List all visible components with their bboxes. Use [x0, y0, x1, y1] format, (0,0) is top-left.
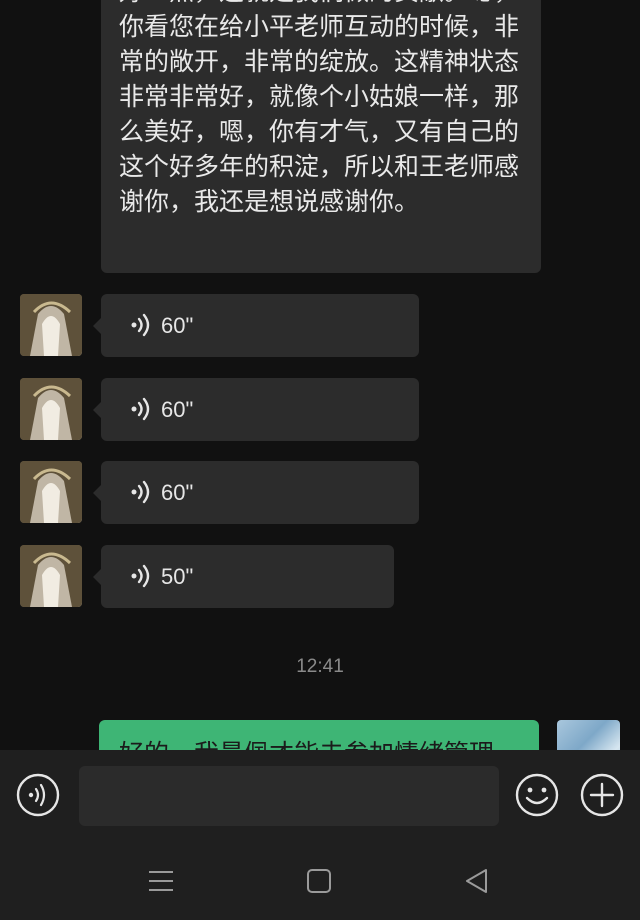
message-input[interactable] — [79, 766, 499, 826]
voice-wave-icon — [131, 564, 150, 588]
voice-message[interactable]: 60" — [93, 378, 419, 441]
voice-message[interactable]: 50" — [93, 545, 394, 608]
voice-wave-icon — [131, 480, 150, 504]
voice-duration: 60" — [161, 313, 194, 338]
outgoing-text-bubble[interactable]: 好的，我最佩才能去参加情绪管理 — [99, 720, 539, 750]
input-bar — [0, 750, 640, 842]
incoming-text-bubble[interactable]: 好一点，这就是我们做的贡献。嗯，你看您在给小平老师互动的时候，非常的敞开，非常的… — [101, 0, 541, 273]
message-timestamp: 12:41 — [296, 656, 344, 677]
voice-duration: 60" — [161, 397, 194, 422]
contact-avatar[interactable] — [20, 461, 82, 523]
emoji-icon[interactable] — [515, 773, 559, 817]
contact-avatar[interactable] — [20, 545, 82, 607]
voice-duration: 60" — [161, 480, 194, 505]
my-avatar[interactable] — [557, 720, 620, 750]
plus-icon[interactable] — [580, 773, 624, 817]
chat-area[interactable]: 好一点，这就是我们做的贡献。嗯，你看您在给小平老师互动的时候，非常的敞开，非常的… — [0, 0, 640, 750]
contact-avatar[interactable] — [20, 378, 82, 440]
voice-input-icon[interactable] — [16, 773, 60, 817]
menu-icon[interactable] — [146, 866, 176, 896]
home-icon[interactable] — [304, 866, 334, 896]
back-icon[interactable] — [462, 866, 492, 896]
voice-wave-icon — [131, 397, 150, 421]
incoming-text: 好一点，这就是我们做的贡献。嗯，你看您在给小平老师互动的时候，非常的敞开，非常的… — [119, 0, 520, 216]
voice-duration: 50" — [161, 564, 194, 589]
voice-wave-icon — [131, 313, 150, 337]
voice-message[interactable]: 60" — [93, 461, 419, 524]
outgoing-text: 好的，我最佩才能去参加情绪管理 — [119, 734, 494, 750]
contact-avatar[interactable] — [20, 294, 82, 356]
system-nav-bar — [0, 842, 640, 920]
voice-message[interactable]: 60" — [93, 294, 419, 357]
